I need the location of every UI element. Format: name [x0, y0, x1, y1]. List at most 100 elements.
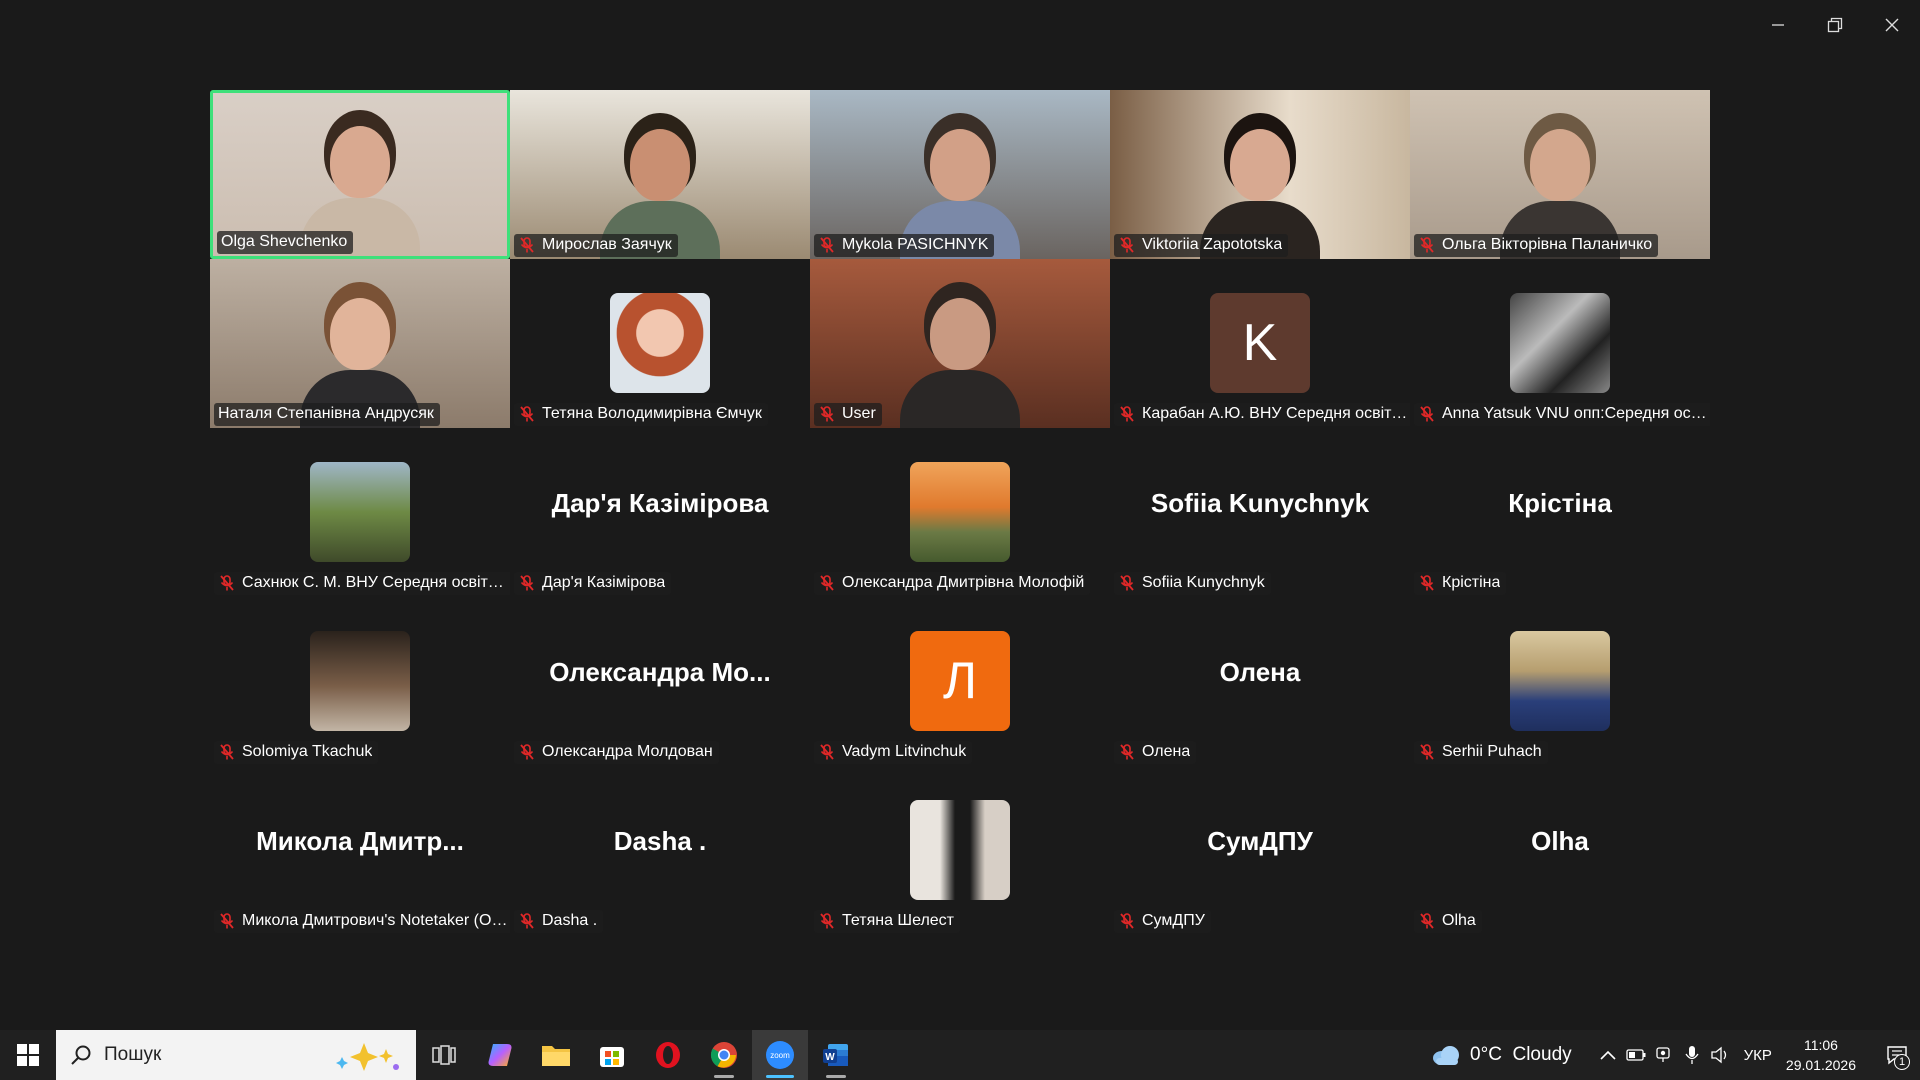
microphone-icon[interactable] [1678, 1030, 1706, 1080]
participant-name: Олександра Молдован [542, 743, 713, 760]
muted-mic-icon [820, 406, 834, 422]
participant-tile[interactable]: Сахнюк С. М. ВНУ Середня освіта. Г... [210, 428, 510, 597]
participant-name: Карабан А.Ю. ВНУ Середня освіта. Г... [1142, 405, 1410, 422]
search-placeholder: Пошук [104, 1044, 162, 1065]
participant-display-name: Dasha . [613, 826, 707, 856]
participant-tile[interactable]: Viktoriia Zapototska [1110, 90, 1410, 259]
participant-nameplate: Тетяна Володимирівна Ємчук [514, 403, 768, 426]
camera-icon[interactable] [1650, 1030, 1678, 1080]
chevron-up-icon[interactable] [1594, 1030, 1622, 1080]
participant-tile[interactable]: User [810, 259, 1110, 428]
muted-mic-icon [220, 744, 234, 760]
participant-nameplate: Крістіна [1414, 572, 1507, 595]
participant-display-name: Олена [1219, 657, 1301, 687]
profile-photo [310, 462, 410, 562]
copilot-icon[interactable] [472, 1030, 528, 1080]
participant-nameplate: Mykola PASICHNYK [814, 234, 995, 257]
participant-display-name: Olha [1531, 826, 1589, 856]
opera-icon[interactable] [640, 1030, 696, 1080]
profile-photo [610, 293, 710, 393]
initial-avatar: Л [910, 631, 1010, 731]
participant-tile[interactable]: Л Vadym Litvinchuk [810, 597, 1110, 766]
participant-tile[interactable]: Олександра Мо... Олександра Молдован [510, 597, 810, 766]
participant-nameplate: Serhii Puhach [1414, 741, 1548, 764]
participant-name: Dasha . [542, 912, 598, 929]
weather-widget[interactable]: 0°C Cloudy [1430, 1044, 1572, 1066]
start-icon[interactable] [0, 1030, 56, 1080]
participant-tile[interactable]: Mykola PASICHNYK [810, 90, 1110, 259]
participant-tile[interactable]: Олександра Дмитрівна Молофій [810, 428, 1110, 597]
participant-nameplate: Olga Shevchenko [217, 231, 354, 254]
notification-count: 1 [1894, 1054, 1910, 1070]
participant-nameplate: СумДПУ [1114, 910, 1211, 933]
participant-tile[interactable]: Olga Shevchenko [210, 90, 510, 259]
muted-mic-icon [1420, 237, 1434, 253]
participant-name: Vadym Litvinchuk [842, 743, 967, 760]
restore-icon[interactable] [1806, 0, 1863, 50]
svg-text:zoom: zoom [770, 1051, 790, 1060]
profile-photo [1510, 293, 1610, 393]
participant-tile[interactable]: Микола Дмитр... Микола Дмитрович's Noteta… [210, 766, 510, 935]
participant-nameplate: Дар'я Казімірова [514, 572, 672, 595]
muted-mic-icon [820, 237, 834, 253]
minimize-icon[interactable] [1749, 0, 1806, 50]
cloud-icon [1433, 1046, 1460, 1065]
participant-tile[interactable]: Мирослав Заячук [510, 90, 810, 259]
participant-name: Наталя Степанівна Андрусяк [218, 405, 434, 422]
chrome-icon[interactable] [696, 1030, 752, 1080]
participant-tile[interactable]: Anna Yatsuk VNU опп:Середня освіт... [1410, 259, 1710, 428]
task-view-icon[interactable] [416, 1030, 472, 1080]
participant-tile[interactable]: Solomiya Tkachuk [210, 597, 510, 766]
participant-tile[interactable]: Олена Олена [1110, 597, 1410, 766]
participant-nameplate: Vadym Litvinchuk [814, 741, 973, 764]
participant-tile[interactable]: Olha Olha [1410, 766, 1710, 935]
participant-name: Mykola PASICHNYK [842, 236, 989, 253]
zoom-icon[interactable]: zoom [752, 1030, 808, 1080]
window-controls [1749, 0, 1920, 50]
muted-mic-icon [820, 913, 834, 929]
participant-nameplate: Сахнюк С. М. ВНУ Середня освіта. Г... [214, 572, 510, 595]
muted-mic-icon [1420, 575, 1434, 591]
volume-icon[interactable] [1706, 1030, 1734, 1080]
sparkle-icon [336, 1043, 399, 1071]
close-icon[interactable] [1863, 0, 1920, 50]
notification-icon[interactable]: 1 [1874, 1030, 1920, 1080]
muted-mic-icon [1120, 913, 1134, 929]
participant-tile[interactable]: Ольга Вікторівна Паланичко [1410, 90, 1710, 259]
participant-tile[interactable]: СумДПУ СумДПУ [1110, 766, 1410, 935]
search-box[interactable]: Пошук [56, 1030, 416, 1080]
participant-nameplate: Мирослав Заячук [514, 234, 678, 257]
file-explorer-icon[interactable] [528, 1030, 584, 1080]
battery-icon[interactable] [1622, 1030, 1650, 1080]
muted-mic-icon [520, 913, 534, 929]
participant-tile[interactable]: Serhii Puhach [1410, 597, 1710, 766]
participant-tile[interactable]: Dasha . Dasha . [510, 766, 810, 935]
microsoft-store-icon[interactable] [584, 1030, 640, 1080]
language-indicator[interactable]: УКР [1744, 1047, 1772, 1064]
clock[interactable]: 11:06 29.01.2026 [1786, 1035, 1856, 1075]
svg-text:W: W [825, 1052, 835, 1063]
participant-name: Ольга Вікторівна Паланичко [1442, 236, 1653, 253]
participant-display-name: Микола Дмитр... [256, 826, 464, 856]
muted-mic-icon [1420, 744, 1434, 760]
participant-tile[interactable]: K Карабан А.Ю. ВНУ Середня освіта. Г... [1110, 259, 1410, 428]
muted-mic-icon [520, 406, 534, 422]
participant-nameplate: Олександра Молдован [514, 741, 719, 764]
participant-nameplate: Solomiya Tkachuk [214, 741, 379, 764]
muted-mic-icon [1420, 406, 1434, 422]
participant-nameplate: Viktoriia Zapototska [1114, 234, 1289, 257]
participant-tile[interactable]: Крістіна Крістіна [1410, 428, 1710, 597]
muted-mic-icon [1120, 406, 1134, 422]
profile-photo [310, 631, 410, 731]
clock-time: 11:06 [1803, 1037, 1838, 1053]
participant-tile[interactable]: Sofiia Kunychnyk Sofiia Kunychnyk [1110, 428, 1410, 597]
participant-name: Крістіна [1442, 574, 1501, 591]
muted-mic-icon [1420, 913, 1434, 929]
participant-tile[interactable]: Наталя Степанівна Андрусяк [210, 259, 510, 428]
participant-name: Микола Дмитрович's Notetaker (Ott... [242, 912, 510, 929]
participant-tile[interactable]: Дар'я Казімірова Дар'я Казімірова [510, 428, 810, 597]
muted-mic-icon [220, 913, 234, 929]
participant-tile[interactable]: Тетяна Шелест [810, 766, 1110, 935]
participant-tile[interactable]: Тетяна Володимирівна Ємчук [510, 259, 810, 428]
word-icon[interactable]: W [808, 1030, 864, 1080]
